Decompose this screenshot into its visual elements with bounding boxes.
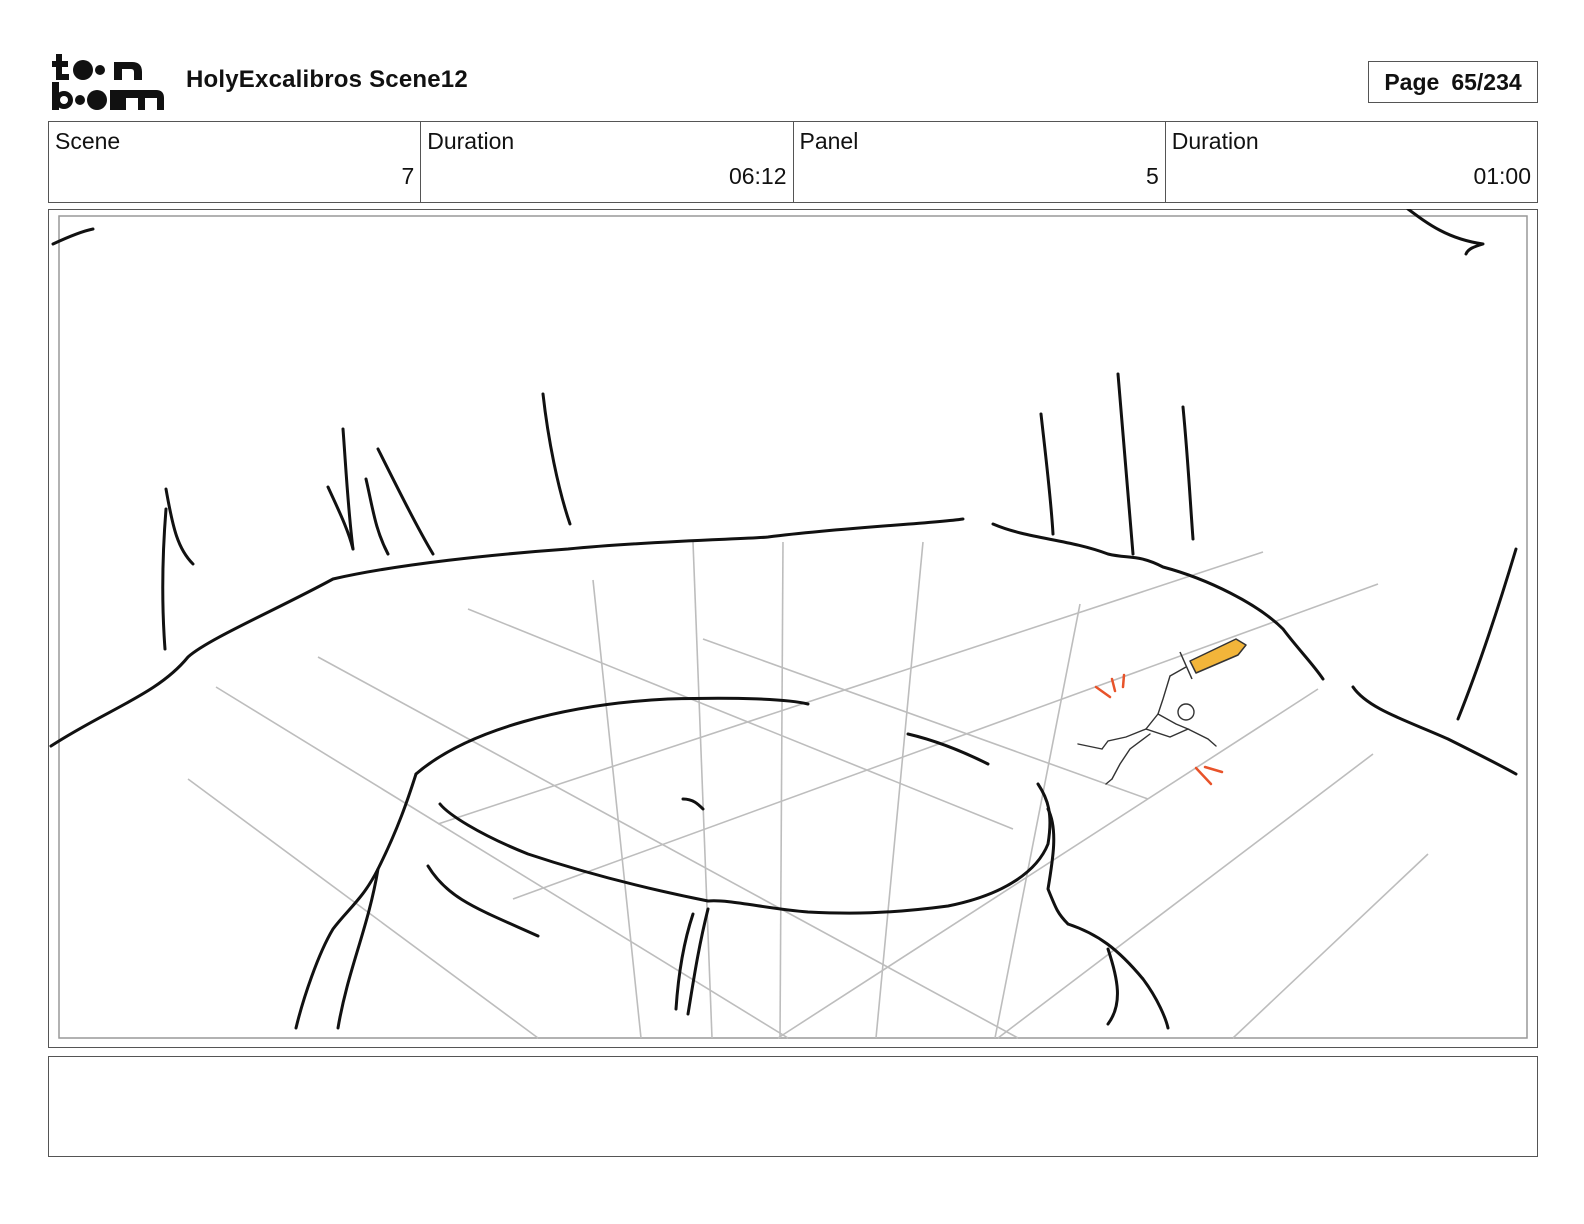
toonboom-logo	[52, 54, 164, 110]
panel-duration-label: Duration	[1171, 128, 1259, 154]
info-row: Scene 7 Duration 06:12 Panel 5 Duration …	[48, 121, 1538, 203]
perspective-guides	[187, 541, 1429, 1039]
panel-duration-value: 01:00	[1473, 163, 1531, 189]
page-indicator: Page 65/234	[1368, 61, 1538, 103]
panel-duration-cell: Duration 01:00	[1166, 122, 1537, 202]
panel-value: 5	[1145, 163, 1159, 189]
action-notes-box	[48, 1056, 1538, 1157]
project-title: HolyExcalibros Scene12	[186, 66, 468, 93]
page-label: Page	[1384, 68, 1440, 95]
panel-label: Panel	[799, 128, 859, 154]
page-value: 65/234	[1451, 68, 1522, 95]
rock-outlines	[49, 209, 1518, 1030]
sword	[1169, 638, 1247, 680]
scene-duration-label: Duration	[427, 128, 515, 154]
scene-label: Scene	[55, 128, 121, 154]
impact-marks	[1094, 673, 1224, 786]
scene-duration-value: 06:12	[728, 163, 787, 189]
scene-duration-cell: Duration 06:12	[421, 122, 794, 202]
panel-cell: Panel 5	[794, 122, 1166, 202]
storyboard-panel-drawing	[49, 209, 1528, 1039]
scene-value: 7	[401, 163, 415, 189]
scene-cell: Scene 7	[49, 122, 422, 202]
